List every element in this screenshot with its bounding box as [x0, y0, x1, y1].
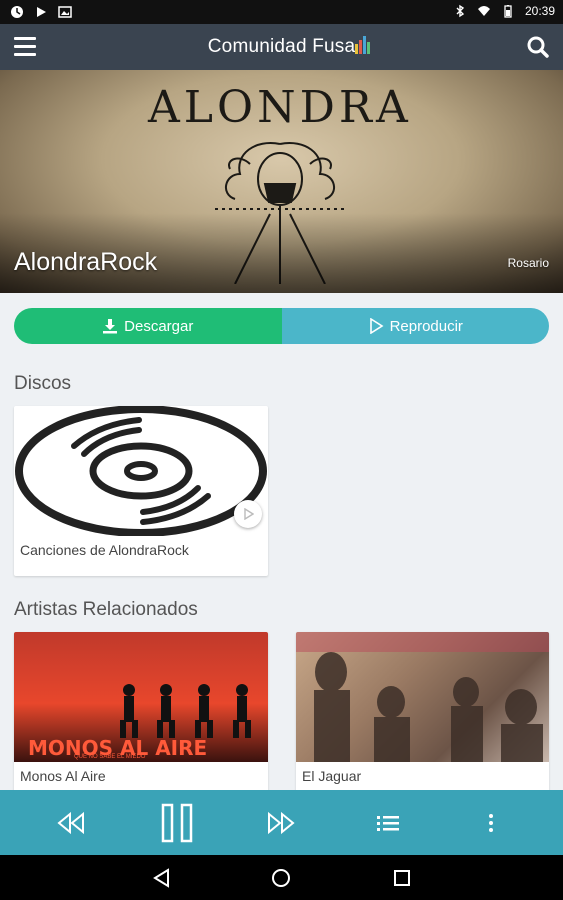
action-buttons: Descargar Reproducir [14, 308, 549, 344]
disc-caption: Canciones de AlondraRock [20, 542, 189, 558]
band-logo: ALONDRA [148, 82, 412, 133]
player-bar [0, 790, 563, 855]
pause-icon[interactable] [160, 802, 194, 844]
app-title: Comunidad Fusa [207, 36, 356, 57]
artist-location: Rosario [507, 256, 549, 270]
download-icon [103, 319, 118, 334]
playlist-icon[interactable] [373, 808, 403, 838]
play-label: Reproducir [389, 317, 463, 335]
related-artist-card[interactable]: MONOS AL AIRE QUE NO SABE EL MIEDO Monos… [14, 632, 268, 792]
image-notification-icon [58, 6, 72, 18]
fast-forward-icon[interactable] [266, 808, 296, 838]
app-bar: Comunidad Fusa [0, 24, 563, 70]
more-options-icon[interactable] [476, 808, 506, 838]
play-icon [244, 508, 254, 520]
notification-icon [11, 6, 23, 18]
related-artist-image [296, 632, 549, 762]
related-title: Artistas Relacionados [14, 599, 198, 620]
recents-icon[interactable] [392, 868, 412, 888]
home-icon[interactable] [271, 868, 291, 888]
wifi-icon [477, 6, 490, 16]
band-photo-image [296, 632, 549, 762]
play-button[interactable]: Reproducir [281, 308, 549, 344]
play-icon [369, 318, 384, 334]
download-label: Descargar [124, 317, 194, 335]
download-button[interactable]: Descargar [14, 308, 282, 344]
status-time: 20:39 [524, 4, 555, 18]
search-icon[interactable] [527, 36, 549, 58]
related-artist-card[interactable]: El Jaguar [296, 632, 549, 792]
play-notification-icon [37, 7, 46, 17]
equalizer-icon [355, 36, 370, 54]
disc-card[interactable]: Canciones de AlondraRock [14, 406, 268, 576]
related-artist-image: MONOS AL AIRE QUE NO SABE EL MIEDO [14, 632, 268, 762]
disc-play-badge[interactable] [234, 500, 262, 528]
related-caption: El Jaguar [302, 768, 362, 784]
cover-subtext: QUE NO SABE EL MIEDO [74, 754, 146, 760]
status-bar: 20:39 [0, 0, 563, 24]
battery-icon [504, 5, 512, 18]
system-nav-bar [0, 855, 563, 900]
back-icon[interactable] [152, 868, 172, 888]
disc-icon [15, 406, 267, 536]
bluetooth-icon [456, 4, 465, 18]
artist-banner: ALONDRA AlondraRock Rosario [0, 70, 563, 293]
rewind-icon[interactable] [56, 808, 86, 838]
related-caption: Monos Al Aire [20, 768, 106, 784]
discos-title: Discos [14, 373, 72, 394]
silhouettes-image [120, 684, 251, 738]
artist-name: AlondraRock [14, 248, 158, 276]
